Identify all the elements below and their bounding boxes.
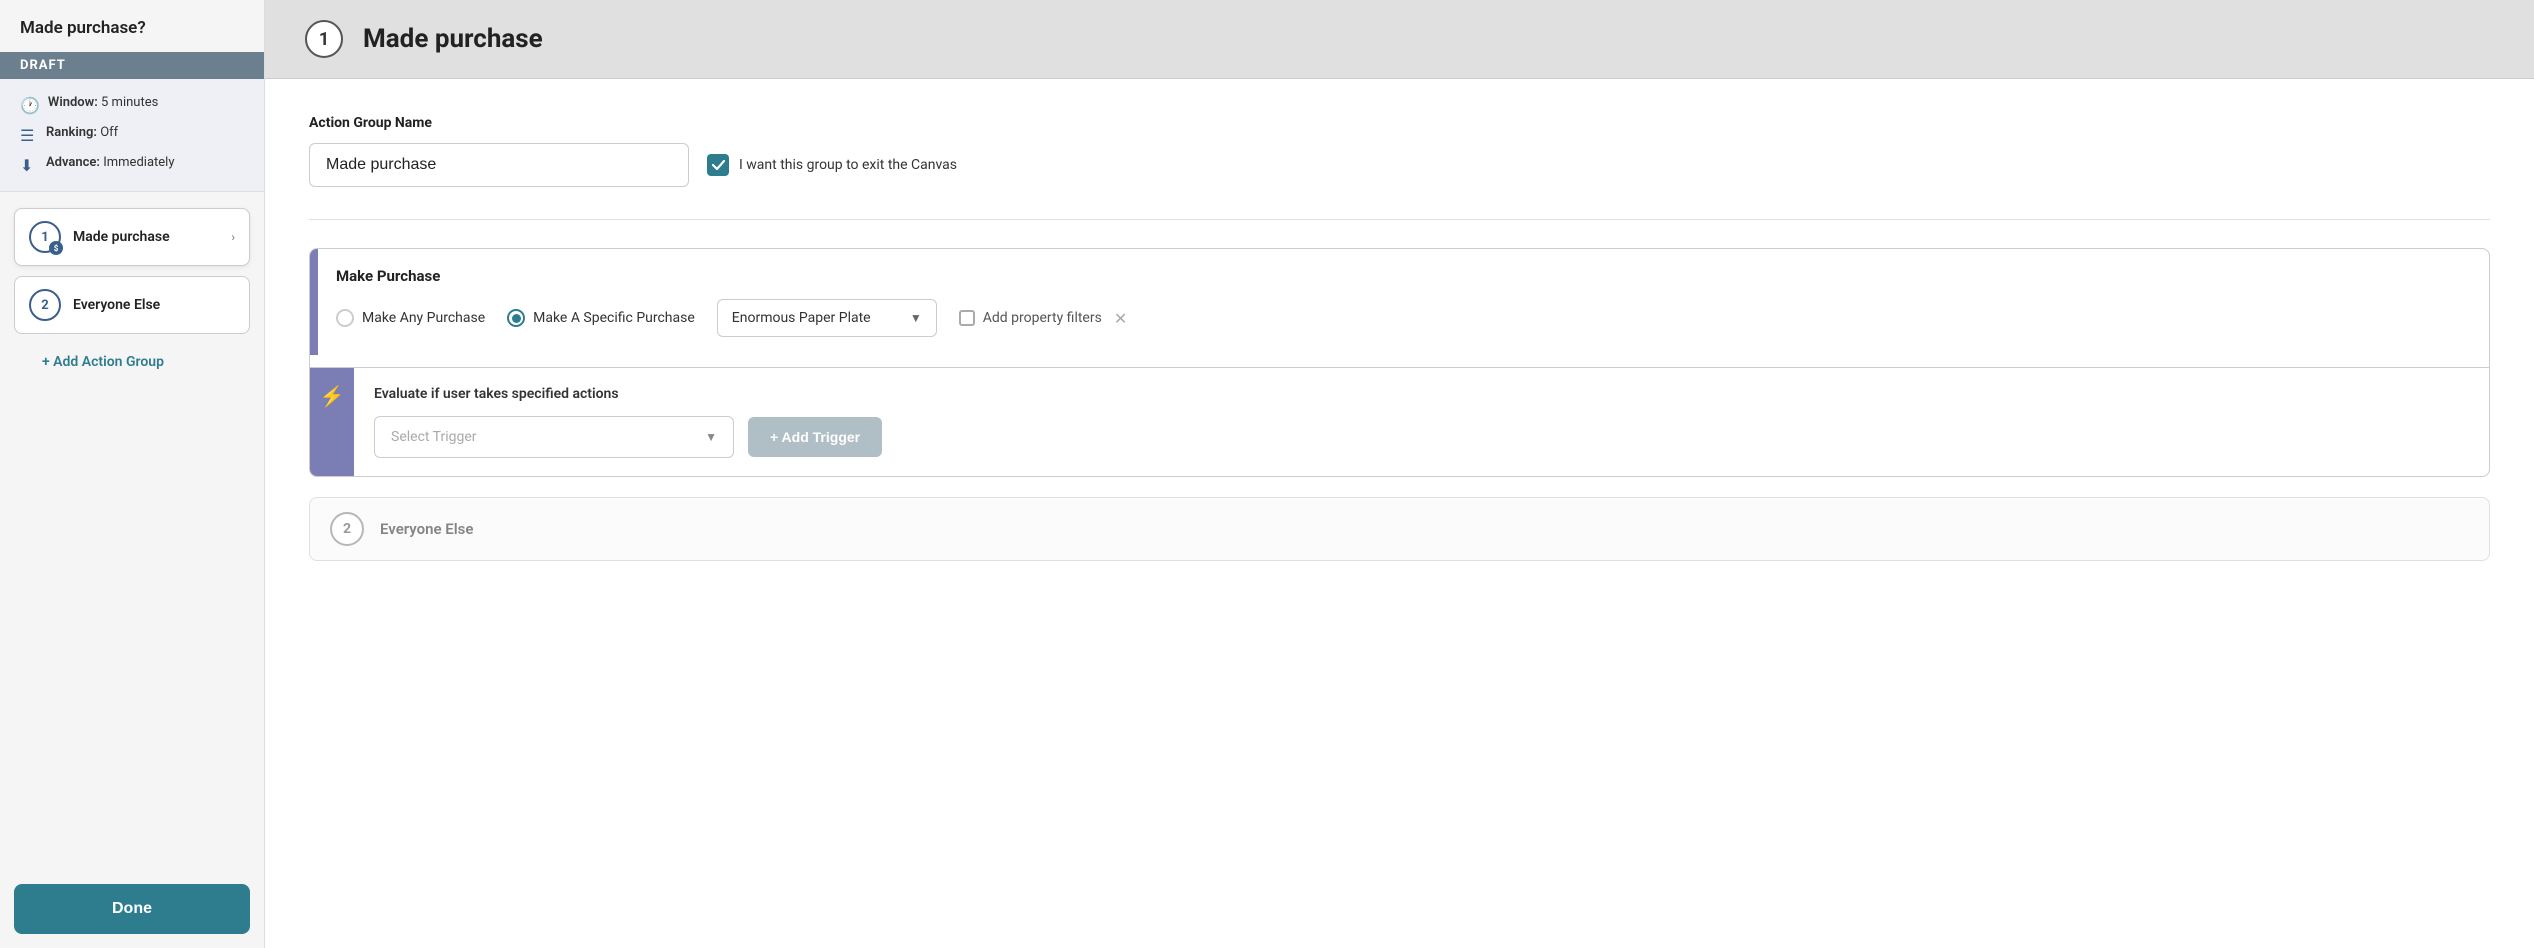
close-icon[interactable]: ✕ [1114, 309, 1127, 328]
trigger-card: ⚡ Evaluate if user takes specified actio… [310, 367, 2489, 476]
exit-canvas-label: I want this group to exit the Canvas [739, 157, 957, 173]
section-divider [309, 219, 2490, 220]
radio-make-any-purchase[interactable]: Make Any Purchase [336, 309, 485, 327]
exit-canvas-checkbox[interactable] [707, 154, 729, 176]
radio-specific-circle[interactable] [507, 309, 525, 327]
add-trigger-button[interactable]: + Add Trigger [748, 417, 882, 457]
property-filter-checkbox[interactable] [959, 310, 975, 326]
purchase-card: Make Purchase Make Any Purchase Make A S… [309, 248, 2490, 477]
everyone-number: 2 [330, 512, 364, 546]
add-action-group-button[interactable]: + Add Action Group [28, 344, 236, 380]
advance-icon: ⬇ [20, 156, 38, 175]
purchase-radio-row: Make Any Purchase Make A Specific Purcha… [336, 299, 2467, 337]
header-number: 1 [305, 20, 343, 58]
add-property-filters-row[interactable]: Add property filters ✕ [959, 309, 1127, 328]
group-item-2[interactable]: 2 Everyone Else [14, 276, 250, 334]
main-content: Action Group Name I want this group to e… [265, 79, 2534, 948]
clock-icon: 🕐 [20, 96, 40, 115]
action-group-name-input[interactable] [309, 143, 689, 187]
product-dropdown[interactable]: Enormous Paper Plate ▼ [717, 299, 937, 337]
chevron-right-icon: › [231, 230, 235, 244]
sidebar-meta: 🕐 Window: 5 minutes ☰ Ranking: Off ⬇ Adv… [0, 79, 264, 192]
everyone-else-card: 2 Everyone Else [309, 497, 2490, 561]
group-label-2: Everyone Else [73, 297, 160, 313]
exit-canvas-checkbox-label[interactable]: I want this group to exit the Canvas [707, 154, 957, 176]
meta-window: 🕐 Window: 5 minutes [20, 95, 244, 115]
trigger-select-dropdown[interactable]: Select Trigger ▼ [374, 416, 734, 458]
radio-any-circle[interactable] [336, 309, 354, 327]
trigger-select-arrow-icon: ▼ [705, 430, 717, 444]
purchase-card-top: Make Purchase Make Any Purchase Make A S… [310, 249, 2489, 355]
done-button[interactable]: Done [14, 884, 250, 934]
trigger-body: Evaluate if user takes specified actions… [354, 368, 2489, 476]
purchase-card-title: Make Purchase [336, 267, 2467, 285]
ranking-icon: ☰ [20, 126, 38, 145]
sidebar-title: Made purchase? [0, 0, 264, 52]
group-number-1: 1 $ [29, 221, 61, 253]
meta-advance: ⬇ Advance: Immediately [20, 155, 244, 175]
everyone-label: Everyone Else [380, 520, 473, 538]
radio-make-specific-purchase[interactable]: Make A Specific Purchase [507, 309, 695, 327]
card-left-accent [310, 249, 318, 355]
purchase-card-content: Make Purchase Make Any Purchase Make A S… [318, 249, 2489, 355]
group-item-1[interactable]: 1 $ Made purchase › [14, 208, 250, 266]
lightning-icon: ⚡ [320, 384, 345, 408]
sidebar-groups: 1 $ Made purchase › 2 Everyone Else + Ad… [0, 192, 264, 396]
page-title: Made purchase [363, 24, 543, 54]
coin-icon: $ [49, 241, 63, 255]
meta-ranking: ☰ Ranking: Off [20, 125, 244, 145]
action-group-name-label: Action Group Name [309, 115, 2490, 131]
sidebar: Made purchase? DRAFT 🕐 Window: 5 minutes… [0, 0, 265, 948]
trigger-accent: ⚡ [310, 368, 354, 476]
trigger-card-inner: ⚡ Evaluate if user takes specified actio… [310, 368, 2489, 476]
action-group-name-row: I want this group to exit the Canvas [309, 143, 2490, 187]
sidebar-draft-bar: DRAFT [0, 52, 264, 79]
main-content-area: 1 Made purchase Action Group Name I want… [265, 0, 2534, 948]
trigger-title: Evaluate if user takes specified actions [374, 386, 2469, 402]
page-header: 1 Made purchase [265, 0, 2534, 79]
dropdown-arrow-icon: ▼ [910, 311, 922, 325]
trigger-controls: Select Trigger ▼ + Add Trigger [374, 416, 2469, 458]
group-number-2: 2 [29, 289, 61, 321]
group-label-1: Made purchase [73, 229, 170, 245]
